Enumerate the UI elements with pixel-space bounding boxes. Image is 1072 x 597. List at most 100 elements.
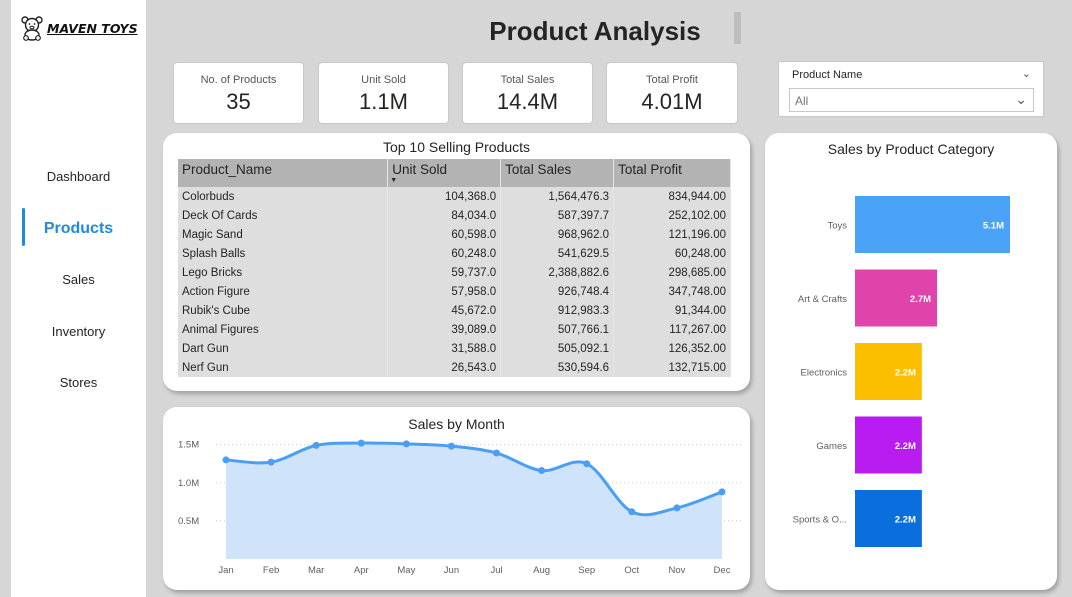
value-cell: 505,092.1 (500, 339, 615, 358)
value-cell: 117,267.00 (613, 320, 731, 339)
kpi-card-total-sales: Total Sales 14.4M (462, 62, 593, 124)
column-header[interactable]: Product_Name (178, 159, 389, 187)
data-point[interactable] (583, 460, 591, 468)
data-point[interactable] (493, 449, 501, 457)
value-cell: 60,598.0 (387, 225, 502, 244)
table-row[interactable]: Magic Sand 60,598.0 968,962.0 121,196.00 (178, 225, 731, 244)
kpi-label: Total Profit (646, 74, 698, 86)
data-point[interactable] (357, 439, 365, 447)
value-cell: 530,594.6 (500, 358, 615, 377)
column-header[interactable]: Total Sales (500, 159, 615, 187)
value-cell: 31,588.0 (387, 339, 502, 358)
column-header[interactable]: Total Profit (613, 159, 731, 187)
value-cell: 60,248.0 (387, 244, 502, 263)
column-header-label: Unit Sold (392, 162, 448, 177)
logo: MAVEN TOYS (19, 15, 138, 41)
nav-item-products[interactable]: Products (11, 220, 146, 238)
data-point[interactable] (267, 458, 275, 466)
table-row[interactable]: Animal Figures 39,089.0 507,766.1 117,267.0… (178, 320, 731, 339)
kpi-label: No. of Products (200, 74, 277, 86)
nav-item-inventory[interactable]: Inventory (11, 324, 146, 339)
value-cell: 587,397.7 (500, 206, 615, 225)
nav-item-dashboard[interactable]: Dashboard (11, 169, 146, 184)
data-point[interactable] (718, 488, 726, 496)
nav-item-sales[interactable]: Sales (11, 272, 146, 287)
value-cell: 57,958.0 (387, 282, 502, 301)
sales-by-category-card: Sales by Product Category Toys 5.1M Art & … (765, 133, 1057, 590)
x-tick-label: Nov (668, 565, 685, 576)
title-divider (734, 12, 741, 44)
value-cell: 252,102.00 (613, 206, 731, 225)
y-tick-label: 1.5M (178, 440, 199, 451)
value-cell: 912,983.3 (500, 301, 615, 320)
sales-by-month-card: Sales by Month 0.5M 1.0M 1.5M Jan Feb Mar Apr M… (163, 407, 750, 590)
slicer-value: All (795, 94, 809, 108)
sales-by-category-chart: Toys 5.1M Art & Crafts 2.7M Electronics 2.2M G… (793, 196, 1010, 547)
product-name-cell: Deck Of Cards (178, 206, 389, 225)
x-tick-label: Jul (490, 565, 502, 576)
table-row[interactable]: Deck Of Cards 84,034.0 587,397.7 252,102.00 (178, 206, 731, 225)
product-name-slicer[interactable]: Product Name ⌄ All ⌄ (778, 61, 1044, 117)
value-cell: 104,368.0 (387, 187, 502, 206)
table-row[interactable]: Nerf Gun 26,543.0 530,594.6 132,715.00 (178, 358, 731, 377)
category-label: Toys (827, 221, 847, 232)
product-name-cell: Action Figure (178, 282, 389, 301)
category-label: Games (816, 441, 847, 452)
bar-data-label: 2.2M (895, 441, 916, 452)
kpi-card-total-profit: Total Profit 4.01M (606, 62, 738, 124)
sort-descending-icon: ▼ (390, 177, 398, 184)
value-cell: 834,944.00 (613, 187, 731, 206)
product-name-cell: Nerf Gun (178, 358, 389, 377)
chevron-down-icon[interactable]: ⌄ (1022, 67, 1031, 80)
area-fill (226, 443, 722, 559)
x-tick-label: Mar (308, 565, 324, 576)
value-cell: 541,629.5 (500, 244, 615, 263)
value-cell: 2,388,882.6 (500, 263, 615, 282)
value-cell: 91,344.00 (613, 301, 731, 320)
table-row[interactable]: Splash Balls 60,248.0 541,629.5 60,248.00 (178, 244, 731, 263)
value-cell: 507,766.1 (500, 320, 615, 339)
data-point[interactable] (222, 456, 230, 464)
y-tick-label: 0.5M (178, 516, 199, 527)
sidebar: MAVEN TOYS Dashboard Products Sales Inve… (11, 0, 146, 597)
x-tick-label: Jan (218, 565, 233, 576)
x-tick-label: Dec (714, 565, 731, 576)
data-point[interactable] (312, 441, 320, 449)
top-products-table: Product_Name Unit Sold ▼ Total Sales Tota… (178, 159, 731, 377)
value-cell: 84,034.0 (387, 206, 502, 225)
x-tick-label: Sep (578, 565, 595, 576)
column-header-sorted[interactable]: Unit Sold ▼ (387, 159, 502, 187)
data-point[interactable] (447, 442, 455, 450)
table-row[interactable]: Lego Bricks 59,737.0 2,388,882.6 298,685.00 (178, 263, 731, 282)
table-row[interactable]: Dart Gun 31,588.0 505,092.1 126,352.00 (178, 339, 731, 358)
kpi-label: Total Sales (500, 74, 555, 86)
value-cell: 298,685.00 (613, 263, 731, 282)
kpi-value: 14.4M (496, 89, 559, 114)
data-point[interactable] (673, 504, 681, 512)
kpi-card-unit-sold: Unit Sold 1.1M (318, 62, 449, 124)
product-name-cell: Colorbuds (178, 187, 389, 206)
y-tick-label: 1.0M (178, 478, 199, 489)
top-products-card: Top 10 Selling Products Product_Name Uni… (163, 133, 750, 391)
slicer-dropdown[interactable]: All ⌄ (789, 88, 1034, 112)
data-point[interactable] (402, 440, 410, 448)
value-cell: 26,543.0 (387, 358, 502, 377)
value-cell: 126,352.00 (613, 339, 731, 358)
category-label: Electronics (801, 368, 848, 379)
table-title: Top 10 Selling Products (382, 139, 531, 155)
kpi-value: 35 (226, 89, 251, 114)
sales-by-month-chart: 0.5M 1.0M 1.5M Jan Feb Mar Apr May Jun Jul Aug Sep O… (178, 439, 744, 576)
product-name-cell: Splash Balls (178, 244, 389, 263)
table-row[interactable]: Action Figure 57,958.0 926,748.4 347,748.00 (178, 282, 731, 301)
value-cell: 121,196.00 (613, 225, 731, 244)
nav-item-stores[interactable]: Stores (11, 375, 146, 390)
x-tick-label: Jun (444, 565, 459, 576)
chevron-down-icon[interactable]: ⌄ (1015, 91, 1027, 108)
category-label: Art & Crafts (798, 294, 847, 305)
product-name-cell: Dart Gun (178, 339, 389, 358)
table-row[interactable]: Rubik's Cube 45,672.0 912,983.3 91,344.00 (178, 301, 731, 320)
data-point[interactable] (538, 467, 546, 475)
table-row[interactable]: Colorbuds 104,368.0 1,564,476.3 834,944.00 (178, 187, 731, 206)
product-name-cell: Lego Bricks (178, 263, 389, 282)
data-point[interactable] (628, 508, 636, 516)
